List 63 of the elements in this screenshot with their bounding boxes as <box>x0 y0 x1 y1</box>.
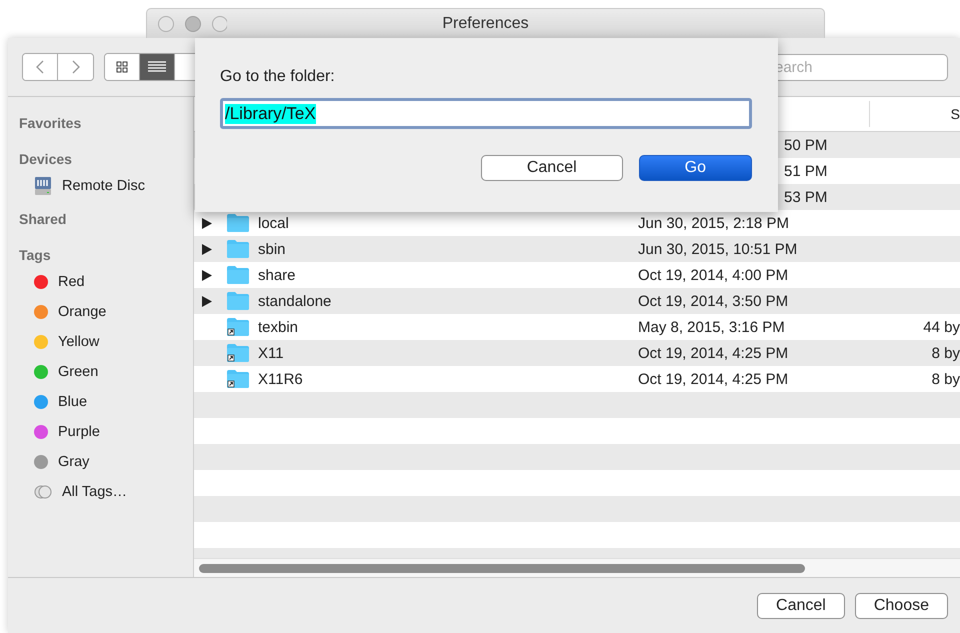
disclosure-triangle-icon[interactable] <box>202 218 212 228</box>
date-modified: Oct 19, 2014, 3:50 PM <box>638 292 790 310</box>
sidebar-item[interactable]: Purple <box>19 417 193 447</box>
sidebar-section-title: Favorites <box>19 114 82 133</box>
file-name: standalone <box>258 292 332 310</box>
date-modified: Oct 19, 2014, 4:00 PM <box>638 266 790 284</box>
chevron-right-icon <box>72 60 80 74</box>
sidebar-item[interactable]: Gray <box>19 447 193 477</box>
sidebar-item[interactable]: Blue <box>19 387 193 417</box>
disclosure-triangle-icon[interactable] <box>202 270 212 280</box>
sidebar-section-title: Tags <box>19 246 52 265</box>
file-name: share <box>258 266 296 284</box>
folder-alias-icon <box>227 318 249 336</box>
sidebar-item[interactable]: Yellow <box>19 327 193 357</box>
date-modified: May 8, 2015, 3:16 PM <box>638 318 786 336</box>
date-modified: 51 PM <box>784 162 828 180</box>
folder-icon <box>227 240 249 258</box>
date-modified: Oct 19, 2014, 4:25 PM <box>638 344 790 362</box>
disclosure-triangle-icon[interactable] <box>202 296 212 306</box>
sidebar-item[interactable]: Remote Disc <box>19 171 193 201</box>
sidebar-item[interactable]: Red <box>19 267 193 297</box>
folder-icon <box>227 292 249 310</box>
all-tags-icon <box>34 485 52 499</box>
sidebar-item[interactable]: All Tags… <box>19 477 193 507</box>
dialog-button[interactable]: Choose <box>854 592 948 618</box>
date-modified: Jun 30, 2015, 10:51 PM <box>638 240 798 258</box>
date-modified: Jun 30, 2015, 2:18 PM <box>638 214 790 232</box>
folder-alias-icon <box>227 370 249 388</box>
sidebar-section-title: Shared <box>19 210 68 229</box>
grid-icon <box>116 61 128 73</box>
sidebar-section-title: Devices <box>19 150 73 169</box>
window-controls-icon <box>157 15 227 33</box>
file-size: 44 by <box>922 318 960 336</box>
folder-alias-icon <box>227 344 249 362</box>
date-modified: 53 PM <box>784 188 828 206</box>
sidebar-item[interactable]: Green <box>19 357 193 387</box>
disclosure-triangle-icon[interactable] <box>202 244 212 254</box>
path-input-field[interactable]: /Library/TeX <box>220 98 752 129</box>
dialog-button[interactable]: Cancel <box>757 592 845 618</box>
icon-view-button[interactable] <box>105 54 140 80</box>
list-icon <box>148 61 166 73</box>
file-size: 8 by <box>930 370 960 388</box>
list-view-button[interactable] <box>140 54 175 80</box>
sheet-button[interactable]: Cancel <box>480 155 623 181</box>
sheet-button[interactable]: Go <box>638 155 752 181</box>
chevron-left-icon <box>36 60 44 74</box>
folder-icon <box>227 266 249 284</box>
file-name: sbin <box>258 240 286 258</box>
drive-icon <box>34 176 52 196</box>
column-header[interactable]: S <box>869 101 960 127</box>
scrollbar-thumb[interactable] <box>199 564 805 572</box>
file-size: 8 by <box>930 344 960 362</box>
file-name: X11 <box>258 344 284 362</box>
window-title: Preferences <box>442 14 529 32</box>
file-name: texbin <box>258 318 298 336</box>
folder-icon <box>227 214 249 232</box>
prompt-label: Go to the folder: <box>220 68 336 86</box>
file-name: X11R6 <box>258 370 303 388</box>
horizontal-scrollbar[interactable] <box>194 558 960 577</box>
sidebar-item[interactable]: Orange <box>19 297 193 327</box>
date-modified: 50 PM <box>784 136 828 154</box>
date-modified: Oct 19, 2014, 4:25 PM <box>638 370 790 388</box>
file-name: local <box>258 214 289 232</box>
